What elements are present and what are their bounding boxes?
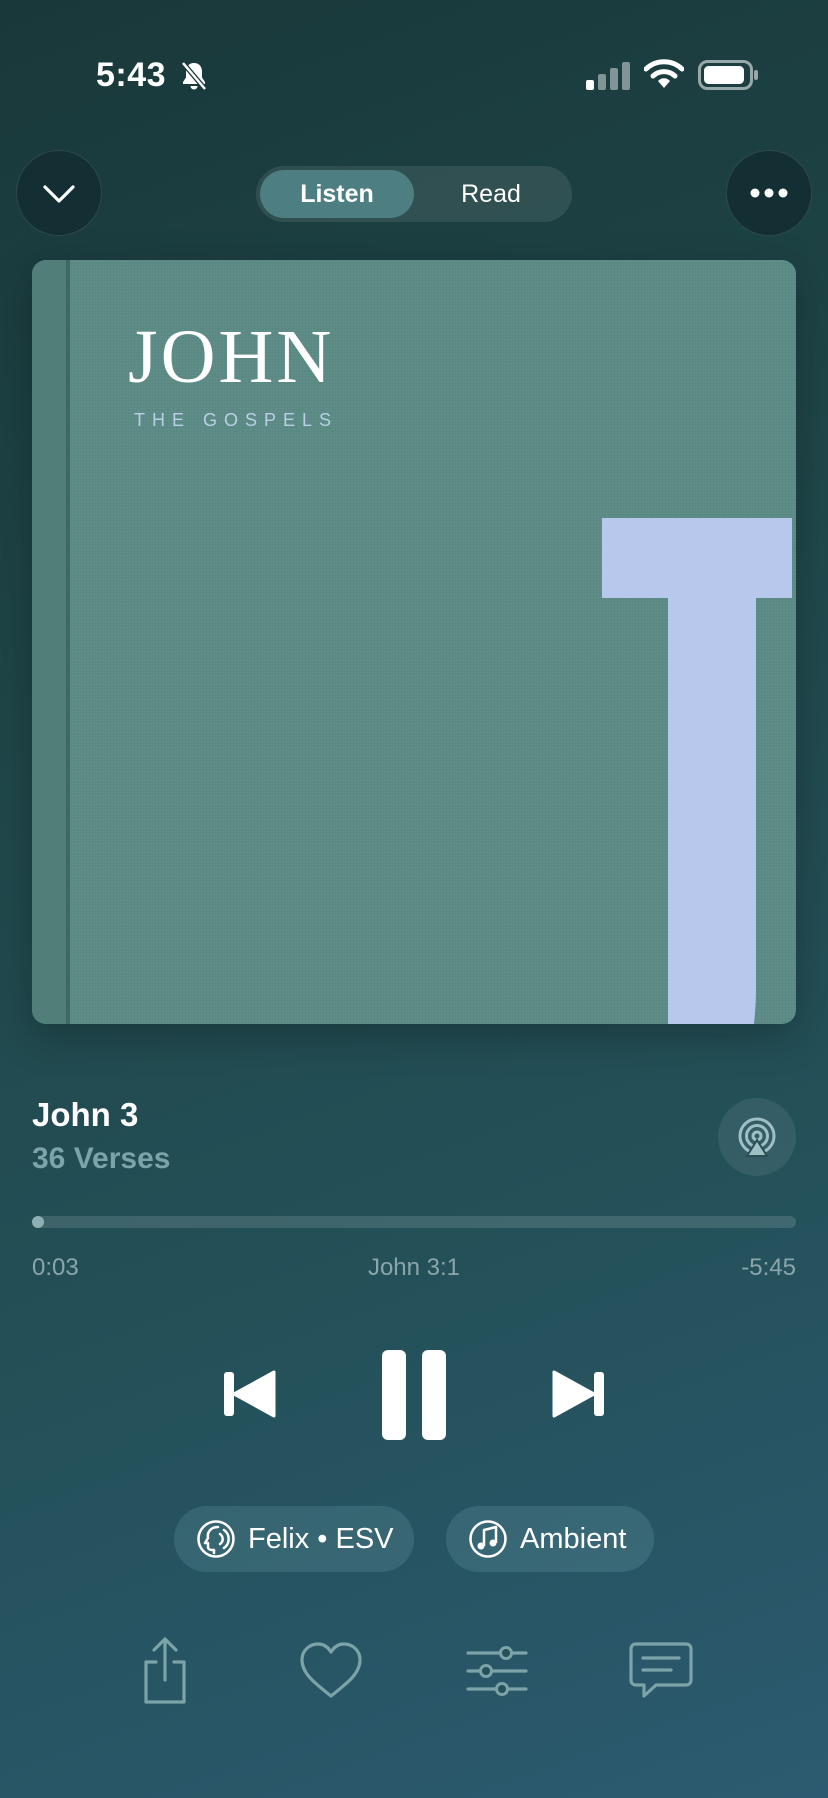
track-title: John 3 — [32, 1096, 139, 1133]
more-options-button[interactable] — [726, 150, 812, 236]
progress-fill — [32, 1216, 44, 1228]
cover-letter — [602, 518, 792, 1024]
track-subtitle: 36 Verses — [32, 1142, 171, 1175]
progress-bar[interactable] — [32, 1216, 796, 1228]
ellipsis-icon — [750, 188, 788, 198]
voice-selector[interactable]: Felix • ESV — [174, 1506, 414, 1572]
heart-icon[interactable] — [296, 1636, 366, 1706]
pause-icon[interactable] — [380, 1348, 448, 1442]
skip-back-icon[interactable] — [222, 1366, 278, 1422]
wifi-icon — [644, 59, 684, 88]
music-note-icon — [469, 1520, 507, 1558]
voice-label: Felix • ESV — [248, 1522, 394, 1555]
cover-subtitle: THE GOSPELS — [134, 410, 339, 430]
battery-icon — [698, 60, 758, 90]
remaining-time: -5:45 — [741, 1254, 796, 1281]
listen-read-toggle: Listen Read — [256, 166, 572, 222]
collapse-button[interactable] — [16, 150, 102, 236]
tab-listen[interactable]: Listen — [260, 170, 414, 218]
tab-read[interactable]: Read — [414, 170, 568, 218]
comment-icon[interactable] — [626, 1636, 696, 1706]
airplay-button[interactable] — [718, 1098, 796, 1176]
share-icon[interactable] — [130, 1636, 200, 1706]
cover-art: JOHN THE GOSPELS — [32, 260, 796, 1024]
background-sound-label: Ambient — [520, 1522, 627, 1555]
skip-forward-icon[interactable] — [550, 1366, 606, 1422]
chevron-down-icon — [43, 185, 75, 203]
status-time: 5:43 — [96, 56, 167, 94]
cover-title: JOHN — [128, 315, 335, 399]
bell-slash-icon — [181, 61, 207, 91]
sliders-icon[interactable] — [462, 1636, 532, 1706]
airplay-icon — [738, 1117, 776, 1157]
voice-icon — [197, 1520, 235, 1558]
verse-reference: John 3:1 — [367, 1254, 461, 1281]
cellular-signal-icon — [586, 62, 630, 90]
book-spine — [32, 260, 70, 1024]
background-sound-selector[interactable]: Ambient — [446, 1506, 654, 1572]
